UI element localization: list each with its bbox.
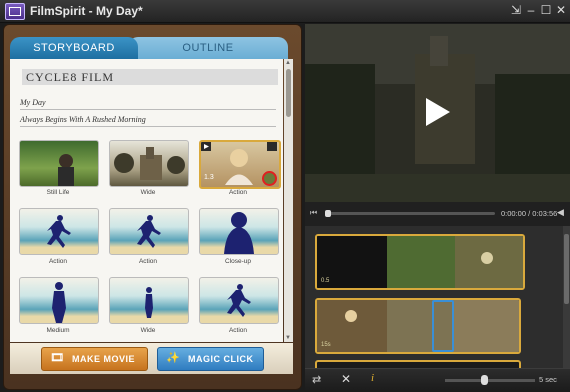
clip-duration: 0.5: [321, 278, 330, 284]
selected-frame[interactable]: [432, 300, 454, 352]
shot-label: Action: [228, 327, 248, 334]
delete-icon[interactable]: ✕: [341, 372, 351, 386]
camera-icon[interactable]: [262, 171, 277, 186]
shot-label: Action: [228, 189, 248, 196]
shot-label: Close-up: [224, 258, 251, 265]
medium-figure-icon: [52, 282, 66, 323]
info-icon[interactable]: i: [371, 372, 374, 384]
timeline-clip[interactable]: 15s: [315, 298, 521, 354]
shot-thumbnail-selected[interactable]: 1.3: [199, 140, 281, 189]
tab-outline[interactable]: OUTLINE: [128, 37, 288, 59]
description-line-1[interactable]: My Day: [20, 97, 276, 110]
close-button[interactable]: ✕: [554, 3, 568, 17]
video-preview[interactable]: [305, 24, 570, 202]
tab-storyboard[interactable]: STORYBOARD: [10, 37, 138, 59]
clip-frames-image: [317, 300, 519, 352]
storyboard-scrollbar[interactable]: ▲ ▼: [284, 59, 293, 342]
timeline-scroll-thumb[interactable]: [564, 234, 569, 304]
seek-slider[interactable]: [325, 210, 495, 217]
timeline-clip[interactable]: [315, 360, 521, 368]
wide-figure-icon: [145, 287, 153, 318]
clip-frames-image: [317, 236, 523, 288]
running-figure-icon: [227, 284, 251, 317]
playback-bar: ⏮ 0:00:00 / 0:03:56 ◀: [305, 202, 570, 227]
description-line-2[interactable]: Always Begins With A Rushed Morning: [20, 114, 276, 127]
timeline-scrollbar[interactable]: [563, 226, 570, 368]
shot-thumbnail[interactable]: [19, 140, 99, 187]
shot-thumbnail[interactable]: [19, 208, 99, 255]
film-title-field[interactable]: CYCLE8 FILM: [22, 69, 278, 85]
magic-click-button[interactable]: ✨ MAGIC CLICK: [157, 347, 264, 371]
play-icon[interactable]: [426, 98, 450, 126]
closeup-figure-icon: [224, 212, 254, 254]
app-logo-icon: [5, 3, 25, 20]
zoom-label: 5 sec: [539, 375, 557, 384]
duration-badge: 1.3: [204, 174, 214, 181]
window-title: FilmSpirit - My Day*: [30, 4, 143, 18]
make-movie-label: MAKE MOVIE: [72, 354, 136, 364]
storyboard-canvas: CYCLE8 FILM My Day Always Begins With A …: [10, 59, 283, 342]
zoom-slider[interactable]: [445, 375, 535, 385]
clip-duration: 15s: [321, 342, 331, 348]
timeline-panel: 0.5 15s: [305, 226, 570, 368]
shot-label: Medium: [46, 327, 70, 334]
tab-bar: OUTLINE STORYBOARD: [10, 37, 294, 59]
shot-thumbnail[interactable]: [199, 208, 279, 255]
storyboard-view-icon[interactable]: ⇄: [312, 373, 321, 386]
running-figure-icon: [137, 215, 161, 248]
shot-label: Still Life: [46, 189, 70, 196]
shot-label: Wide: [140, 189, 156, 196]
shot-thumbnail[interactable]: [19, 277, 99, 324]
timeline-toolbar: ⇄ ✕ i 5 sec: [305, 368, 570, 392]
scroll-up-icon[interactable]: ▲: [285, 60, 292, 66]
restore-icon[interactable]: ⇲: [509, 3, 523, 17]
zoom-thumb[interactable]: [481, 375, 488, 385]
maximize-button[interactable]: ☐: [539, 3, 553, 17]
still-life-image: [58, 154, 74, 186]
scroll-down-icon[interactable]: ▼: [285, 335, 292, 341]
make-movie-button[interactable]: 🎞 MAKE MOVIE: [41, 347, 148, 371]
magic-wand-icon: ✨: [166, 352, 181, 364]
shot-label: Wide: [140, 327, 156, 334]
shot-label: Action: [48, 258, 68, 265]
title-bar: FilmSpirit - My Day* ⇲ – ☐ ✕: [0, 0, 570, 23]
magic-click-label: MAGIC CLICK: [188, 354, 254, 364]
seek-thumb[interactable]: [325, 210, 331, 217]
shot-thumbnail[interactable]: [109, 277, 189, 324]
castle-image: [114, 147, 185, 180]
running-figure-icon: [47, 215, 71, 248]
time-display: 0:00:00 / 0:03:56: [501, 209, 558, 218]
minimize-button[interactable]: –: [524, 3, 538, 17]
shot-thumbnail[interactable]: [199, 277, 279, 324]
shot-thumbnail[interactable]: [109, 140, 189, 187]
volume-icon[interactable]: ◀: [557, 207, 564, 218]
shot-label: Action: [138, 258, 158, 265]
shot-thumbnail[interactable]: [109, 208, 189, 255]
film-strip-icon: 🎞: [50, 352, 65, 364]
scroll-thumb[interactable]: [286, 69, 291, 117]
timeline-clip[interactable]: 0.5: [315, 234, 525, 290]
skip-back-icon[interactable]: ⏮: [310, 208, 317, 218]
